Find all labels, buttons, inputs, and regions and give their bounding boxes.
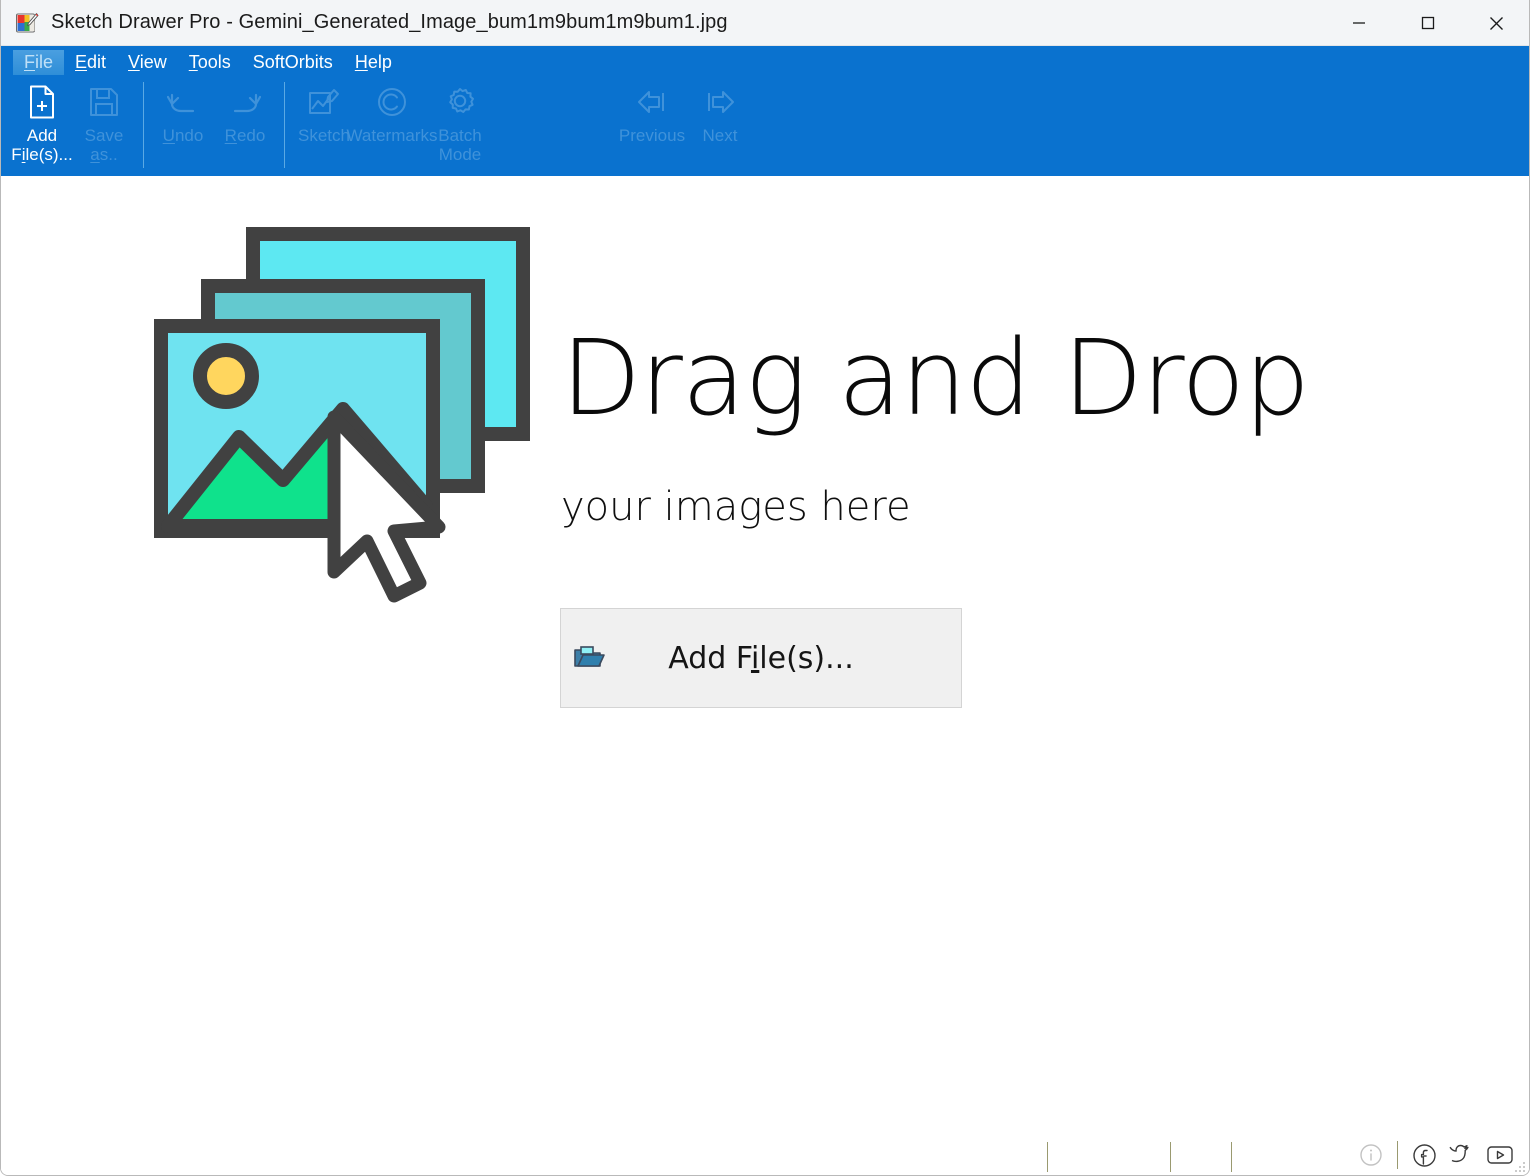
copyright-icon [374,84,410,120]
toolbar-label-redo: Redo [224,126,266,145]
add-files-label: Add File(s)... [668,640,854,676]
sketch-drawer-app-icon [15,11,39,35]
maximize-button[interactable] [1393,0,1462,46]
menu-item-tools[interactable]: Tools [178,50,242,75]
window-title: Sketch Drawer Pro - Gemini_Generated_Ima… [51,11,728,33]
status-icon-separator [1397,1141,1398,1169]
sketch-icon [306,84,342,120]
gear-icon [442,84,478,120]
toolbar-button-watermarks[interactable]: Watermarks [347,78,438,170]
info-icon[interactable] [1356,1140,1386,1170]
resize-grip[interactable] [1514,1160,1526,1172]
toolbar-button-undo[interactable]: Undo [152,78,214,170]
twitter-icon[interactable] [1447,1140,1477,1170]
status-bar-icons [1356,1140,1515,1170]
close-button[interactable] [1462,0,1529,46]
drop-zone[interactable]: Drag and Drop your images here Add File(… [1,176,1529,1136]
menu-item-softorbits[interactable]: SoftOrbits [242,50,344,75]
toolbar-separator-2 [284,82,285,168]
arrow-right-icon [702,84,738,120]
toolbar-label-next: Next [702,126,738,145]
save-icon [86,84,122,120]
toolbar-label-undo: Undo [162,126,204,145]
status-separator-3 [1231,1142,1232,1172]
minimize-icon [1352,22,1365,24]
ribbon: FFileile Edit View Tools SoftOrbits Help [1,46,1529,176]
maximize-icon [1421,16,1434,30]
toolbar-separator-1 [143,82,144,168]
arrow-left-icon [634,84,670,120]
redo-icon [227,84,263,120]
toolbar-button-sketch[interactable]: Sketch [293,78,355,170]
status-separator-2 [1170,1142,1171,1172]
drop-zone-title: Drag and Drop [561,317,1310,439]
undo-icon [165,84,201,120]
toolbar-button-batch-mode[interactable]: Batch Mode [429,78,491,170]
toolbar-button-redo[interactable]: Redo [214,78,276,170]
minimize-button[interactable] [1324,0,1393,46]
facebook-icon[interactable] [1409,1140,1439,1170]
youtube-icon[interactable] [1485,1140,1515,1170]
menu-bar: FFileile Edit View Tools SoftOrbits Help [1,46,1529,78]
toolbar-label-previous: Previous [618,126,686,145]
status-bar [1,1135,1529,1175]
toolbar-label-add-files: Add File(s)... [11,126,73,164]
toolbar-label-batch-mode: Batch Mode [438,126,482,164]
menu-item-help[interactable]: Help [344,50,403,75]
toolbar-button-save-as[interactable]: Save as.. [73,78,135,170]
window-controls [1324,0,1529,46]
toolbar-label-sketch: Sketch [298,126,350,145]
open-folder-icon [571,642,607,674]
close-icon [1490,16,1503,30]
toolbar-label-watermarks: Watermarks [346,126,438,145]
menu-item-view[interactable]: View [117,50,178,75]
application-window: Sketch Drawer Pro - Gemini_Generated_Ima… [0,0,1530,1176]
drop-zone-subtitle: your images here [561,484,911,530]
title-bar: Sketch Drawer Pro - Gemini_Generated_Ima… [1,0,1529,46]
add-files-button[interactable]: Add File(s)... [560,608,962,708]
toolbar: Add File(s)... Save as.. Undo Redo Sketc… [1,78,1529,176]
toolbar-button-add-files[interactable]: Add File(s)... [11,78,73,170]
menu-item-file[interactable]: FFileile [13,49,65,75]
status-separator-1 [1047,1142,1048,1172]
toolbar-button-previous[interactable]: Previous [615,78,689,170]
toolbar-label-save-as: Save as.. [84,126,124,164]
menu-item-edit[interactable]: Edit [64,50,117,75]
toolbar-button-next[interactable]: Next [689,78,751,170]
add-file-icon [24,84,60,120]
images-with-cursor-icon [151,214,543,604]
